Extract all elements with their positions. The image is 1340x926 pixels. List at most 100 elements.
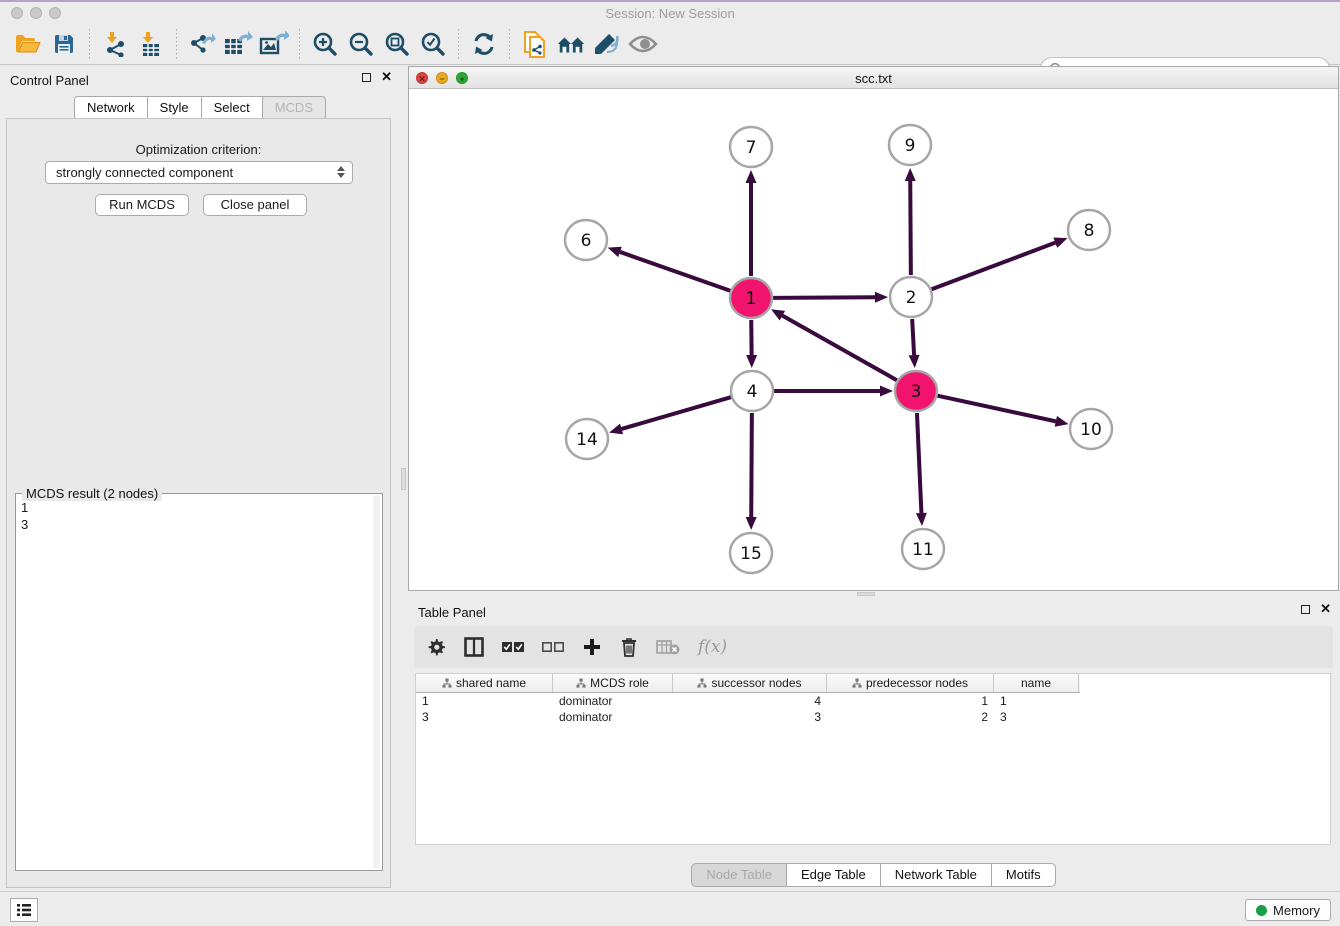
column-label: predecessor nodes (866, 676, 968, 690)
tab-select[interactable]: Select (202, 96, 263, 120)
column-header[interactable]: name (994, 674, 1079, 692)
node-label-7: 7 (746, 138, 757, 158)
toolbar-separator (509, 29, 510, 59)
column-header[interactable]: successor nodes (673, 674, 827, 692)
float-panel-icon[interactable] (1301, 605, 1310, 614)
graph-svg[interactable]: 1234678910111415 (409, 89, 1338, 590)
delete-table-icon[interactable] (656, 635, 680, 659)
edge-arrowhead (608, 247, 622, 257)
edge-3-11[interactable] (917, 413, 921, 513)
tab-network-table[interactable]: Network Table (881, 863, 992, 887)
table-cell[interactable]: 1 (416, 693, 553, 709)
zoom-in-icon[interactable] (310, 29, 340, 59)
save-session-icon[interactable] (49, 29, 79, 59)
status-bar: Memory (0, 891, 1340, 926)
table-cell[interactable]: 2 (827, 709, 994, 725)
table-cell[interactable]: 3 (416, 709, 553, 725)
zoom-out-icon[interactable] (346, 29, 376, 59)
node-table[interactable]: shared nameMCDS role successor nodes prede… (415, 673, 1331, 845)
column-header[interactable]: MCDS role (553, 674, 673, 692)
edge-arrowhead (1053, 238, 1067, 248)
zoom-fit-icon[interactable] (382, 29, 412, 59)
table-cell[interactable]: 1 (994, 693, 1079, 709)
deselect-all-icon[interactable] (542, 635, 564, 659)
node-table-header: shared nameMCDS role successor nodes prede… (416, 674, 1080, 693)
apply-layout-icon[interactable] (469, 29, 499, 59)
zoom-selected-icon[interactable] (418, 29, 448, 59)
table-cell[interactable]: dominator (553, 693, 673, 709)
export-table-icon[interactable] (223, 29, 253, 59)
edge-3-1[interactable] (782, 316, 896, 381)
column-label: successor nodes (711, 676, 801, 690)
open-file-icon[interactable] (13, 29, 43, 59)
tab-mcds[interactable]: MCDS (263, 96, 326, 120)
close-panel-button[interactable]: Close panel (203, 194, 307, 216)
table-cell[interactable]: dominator (553, 709, 673, 725)
network-window-title: scc.txt (409, 71, 1338, 86)
main-titlebar: Session: New Session (0, 2, 1340, 24)
function-builder-icon[interactable]: f(x) (698, 635, 727, 659)
edge-4-15[interactable] (751, 413, 752, 517)
node-label-11: 11 (912, 540, 934, 560)
close-panel-icon[interactable]: ✕ (381, 72, 392, 82)
delete-column-icon[interactable] (620, 635, 638, 659)
node-label-15: 15 (740, 544, 762, 564)
export-image-icon[interactable] (259, 29, 289, 59)
edge-3-10[interactable] (937, 396, 1055, 422)
network-view-window: ✕ − + scc.txt 1234678910111415 (408, 66, 1339, 591)
edge-2-3[interactable] (912, 319, 914, 355)
window-title: Session: New Session (0, 6, 1340, 21)
node-label-6: 6 (581, 231, 592, 251)
table-cell[interactable]: 3 (994, 709, 1079, 725)
table-cell[interactable]: 3 (673, 709, 827, 725)
gear-icon[interactable] (426, 635, 446, 659)
run-mcds-button[interactable]: Run MCDS (95, 194, 189, 216)
tab-network[interactable]: Network (74, 96, 148, 120)
hierarchy-icon (697, 678, 707, 688)
float-panel-icon[interactable] (362, 73, 371, 82)
close-panel-icon[interactable]: ✕ (1320, 604, 1331, 614)
task-history-button[interactable] (10, 898, 38, 922)
optimization-criterion-select[interactable]: strongly connected component (45, 161, 353, 184)
show-graphics-details-icon[interactable] (592, 29, 622, 59)
column-header[interactable]: predecessor nodes (827, 674, 994, 692)
table-row[interactable]: 1dominator411 (416, 693, 1330, 709)
edge-4-14[interactable] (622, 397, 731, 429)
edge-arrowhead (746, 170, 757, 183)
column-header[interactable]: shared name (416, 674, 553, 692)
tab-motifs[interactable]: Motifs (992, 863, 1056, 887)
hierarchy-icon (576, 678, 586, 688)
clone-network-icon[interactable] (520, 29, 550, 59)
add-column-icon[interactable] (582, 635, 602, 659)
optimization-criterion-label: Optimization criterion: (7, 142, 390, 157)
hide-graphics-details-icon[interactable] (628, 29, 658, 59)
tab-node-table[interactable]: Node Table (691, 863, 787, 887)
tab-style[interactable]: Style (148, 96, 202, 120)
edge-1-6[interactable] (620, 252, 730, 291)
tab-edge-table[interactable]: Edge Table (787, 863, 881, 887)
node-label-1: 1 (746, 289, 757, 309)
edge-2-9[interactable] (910, 181, 911, 275)
panel-splitter[interactable] (400, 65, 408, 892)
edge-2-8[interactable] (932, 243, 1056, 290)
table-row[interactable]: 3dominator323 (416, 709, 1330, 725)
edge-arrowhead (746, 517, 757, 530)
toolbar-separator (458, 29, 459, 59)
export-network-icon[interactable] (187, 29, 217, 59)
mcds-result-text[interactable]: 1 3 (17, 497, 372, 869)
column-visibility-icon[interactable] (464, 635, 484, 659)
edge-arrowhead (875, 292, 888, 303)
memory-button[interactable]: Memory (1245, 899, 1331, 921)
import-network-icon[interactable] (100, 29, 130, 59)
first-neighbors-icon[interactable] (556, 29, 586, 59)
result-scrollbar[interactable] (373, 496, 380, 868)
select-all-icon[interactable] (502, 635, 524, 659)
edge-1-2[interactable] (773, 297, 875, 298)
splitter-grip[interactable] (401, 468, 406, 490)
node-label-14: 14 (576, 430, 598, 450)
table-cell[interactable]: 4 (673, 693, 827, 709)
import-table-icon[interactable] (136, 29, 166, 59)
application-window: Session: New Session (0, 0, 1340, 926)
horizontal-splitter-grip[interactable] (857, 592, 875, 596)
table-cell[interactable]: 1 (827, 693, 994, 709)
